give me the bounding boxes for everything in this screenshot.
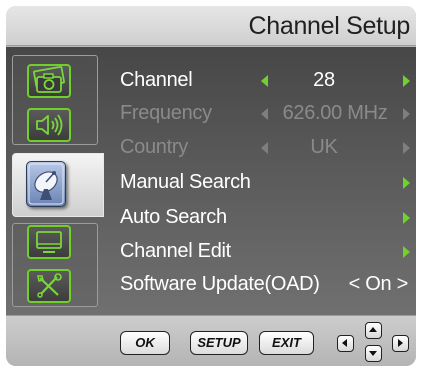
frequency-left-arrow-icon: [261, 108, 268, 120]
software-update-label: Software Update(OAD): [120, 273, 320, 295]
menu-row-manual-search[interactable]: Manual Search: [120, 167, 412, 197]
left-arrow-icon[interactable]: [337, 335, 354, 352]
auto-search-label: Auto Search: [120, 206, 227, 228]
footer-bar: OK SETUP EXIT: [6, 315, 416, 366]
country-left-arrow-icon: [261, 142, 268, 154]
main-panel: Channel 28 Frequency 626.00 MHz Country …: [6, 47, 416, 315]
setup-button[interactable]: SETUP: [190, 331, 248, 355]
country-value: UK: [310, 136, 338, 158]
menu-row-channel-edit[interactable]: Channel Edit: [120, 236, 412, 266]
channel-setup-window: Channel Setup Channel 28 Frequency 626.0…: [6, 6, 416, 366]
menu-row-frequency: Frequency 626.00 MHz: [120, 98, 412, 128]
manual-search-label: Manual Search: [120, 171, 251, 193]
manual-search-right-arrow-icon[interactable]: [403, 177, 410, 189]
country-label: Country: [120, 136, 188, 158]
page-title: Channel Setup: [248, 12, 410, 40]
frequency-value: 626.00 MHz: [282, 102, 388, 124]
channel-edit-right-arrow-icon[interactable]: [403, 246, 410, 258]
frequency-right-arrow-icon: [403, 108, 410, 120]
channel-setup-menu: Channel 28 Frequency 626.00 MHz Country …: [6, 47, 416, 315]
software-update-value[interactable]: < On >: [336, 269, 409, 299]
menu-row-channel[interactable]: Channel 28: [120, 65, 412, 95]
country-right-arrow-icon: [403, 142, 410, 154]
down-arrow-icon[interactable]: [365, 345, 382, 362]
channel-edit-label: Channel Edit: [120, 240, 231, 262]
menu-row-software-update[interactable]: Software Update(OAD) < On >: [120, 269, 412, 299]
ok-button[interactable]: OK: [120, 331, 170, 355]
menu-row-country: Country UK: [120, 132, 412, 162]
exit-button[interactable]: EXIT: [259, 331, 314, 355]
auto-search-right-arrow-icon[interactable]: [403, 212, 410, 224]
frequency-label: Frequency: [120, 102, 212, 124]
title-bar: Channel Setup: [6, 6, 416, 46]
menu-row-auto-search[interactable]: Auto Search: [120, 202, 412, 232]
up-arrow-icon[interactable]: [365, 322, 382, 339]
channel-right-arrow-icon[interactable]: [403, 75, 410, 87]
channel-value: 28: [313, 69, 335, 91]
channel-label: Channel: [120, 69, 193, 91]
channel-left-arrow-icon[interactable]: [261, 75, 268, 87]
right-arrow-icon[interactable]: [392, 335, 409, 352]
